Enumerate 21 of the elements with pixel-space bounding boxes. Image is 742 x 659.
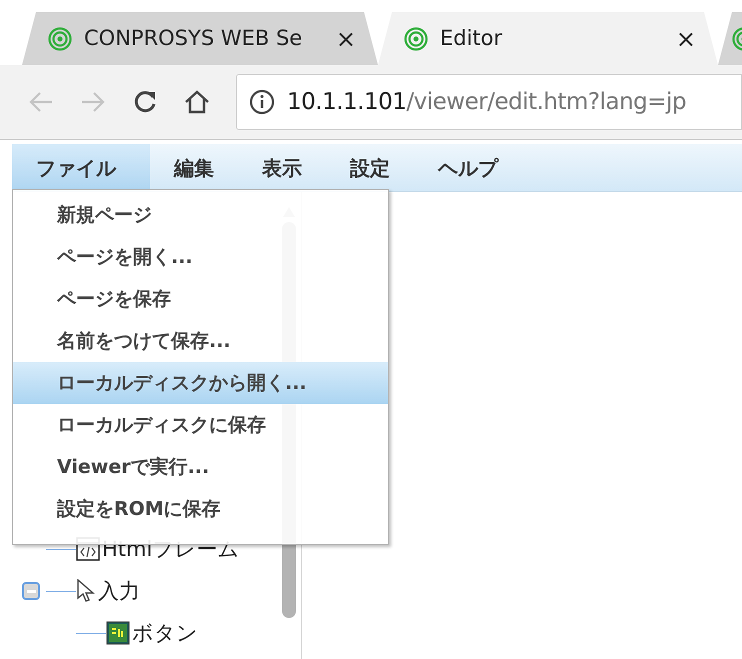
address-field[interactable]: 10.1.1.101/viewer/edit.htm?lang=jp bbox=[236, 74, 742, 130]
dropdown-item[interactable]: ページを保存 bbox=[13, 278, 388, 320]
menu-item[interactable]: 表示 bbox=[238, 144, 326, 191]
dropdown-item[interactable]: ローカルディスクから開く... bbox=[13, 362, 388, 404]
dropdown-item[interactable]: 名前をつけて保存... bbox=[13, 320, 388, 362]
browser-tab[interactable]: CONPROSYS WEB Se × bbox=[22, 12, 378, 65]
browser-tab[interactable]: Editor × bbox=[378, 12, 718, 65]
menu-item[interactable]: ヘルプ bbox=[414, 144, 522, 191]
tree-item[interactable]: 入力 bbox=[98, 580, 140, 602]
tree-item[interactable]: ボタン bbox=[132, 622, 198, 644]
dropdown-item[interactable]: Viewerで実行... bbox=[13, 446, 388, 488]
dropdown-item[interactable]: 新規ページ bbox=[13, 194, 388, 236]
close-tab-button[interactable]: × bbox=[676, 20, 696, 56]
dropdown-item[interactable]: 設定をROMに保存 bbox=[13, 488, 388, 530]
dropdown-item[interactable]: ローカルディスクに保存 bbox=[13, 404, 388, 446]
menu-item[interactable]: 設定 bbox=[326, 144, 414, 191]
close-tab-button[interactable]: × bbox=[336, 20, 356, 56]
menu-item[interactable]: ファイル bbox=[12, 144, 150, 191]
menu-item[interactable]: 編集 bbox=[150, 144, 238, 191]
dropdown-item[interactable]: ページを開く... bbox=[13, 236, 388, 278]
url-text: 10.1.1.101/viewer/edit.htm?lang=jp bbox=[287, 88, 686, 117]
